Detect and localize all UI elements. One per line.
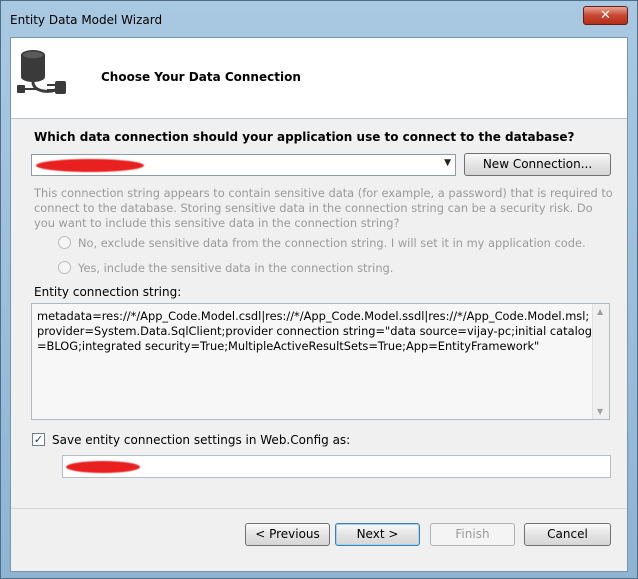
redaction-scribble (66, 461, 140, 473)
scroll-down-icon[interactable]: ▼ (597, 407, 603, 416)
save-settings-checkbox[interactable]: ✓ (32, 433, 45, 446)
title-bar[interactable]: Entity Data Model Wizard ✕ (1, 1, 637, 37)
page-title: Choose Your Data Connection (101, 70, 301, 84)
cancel-button[interactable]: Cancel (524, 523, 611, 546)
connection-question-label: Which data connection should your applic… (34, 130, 575, 144)
finish-button: Finish (430, 523, 515, 546)
close-icon: ✕ (600, 8, 611, 23)
include-sensitive-option: Yes, include the sensitive data in the c… (58, 261, 393, 275)
new-connection-button[interactable]: New Connection... (464, 153, 611, 176)
footer-divider (11, 508, 627, 509)
sensitive-data-warning: This connection string appears to contai… (34, 186, 613, 230)
exclude-sensitive-label: No, exclude sensitive data from the conn… (78, 236, 586, 250)
webconfig-name-input[interactable] (62, 455, 611, 478)
checkmark-icon: ✓ (33, 433, 44, 446)
wizard-window: Entity Data Model Wizard ✕ Choose Your D… (0, 0, 638, 579)
wizard-header: Choose Your Data Connection (11, 38, 627, 119)
chevron-down-icon[interactable]: ▼ (444, 158, 451, 168)
include-sensitive-radio[interactable] (58, 261, 71, 274)
dialog-body: Choose Your Data Connection Which data c… (10, 37, 628, 572)
close-button[interactable]: ✕ (583, 6, 628, 25)
save-settings-label: Save entity connection settings in Web.C… (52, 433, 351, 447)
entity-connection-value: metadata=res://*/App_Code.Model.csdl|res… (37, 309, 592, 353)
entity-connection-textbox[interactable]: metadata=res://*/App_Code.Model.csdl|res… (31, 303, 610, 420)
exclude-sensitive-radio[interactable] (58, 236, 71, 249)
entity-connection-label: Entity connection string: (34, 285, 182, 299)
window-title: Entity Data Model Wizard (10, 13, 163, 27)
vertical-scrollbar[interactable]: ▲ ▼ (592, 304, 609, 419)
scroll-up-icon[interactable]: ▲ (597, 307, 603, 316)
redaction-scribble (36, 159, 144, 172)
previous-button[interactable]: < Previous (245, 523, 330, 546)
data-connection-dropdown[interactable]: ▼ (31, 154, 456, 176)
next-button[interactable]: Next > (335, 523, 420, 546)
include-sensitive-label: Yes, include the sensitive data in the c… (78, 261, 394, 275)
exclude-sensitive-option: No, exclude sensitive data from the conn… (58, 236, 586, 250)
database-plug-icon (17, 50, 66, 94)
